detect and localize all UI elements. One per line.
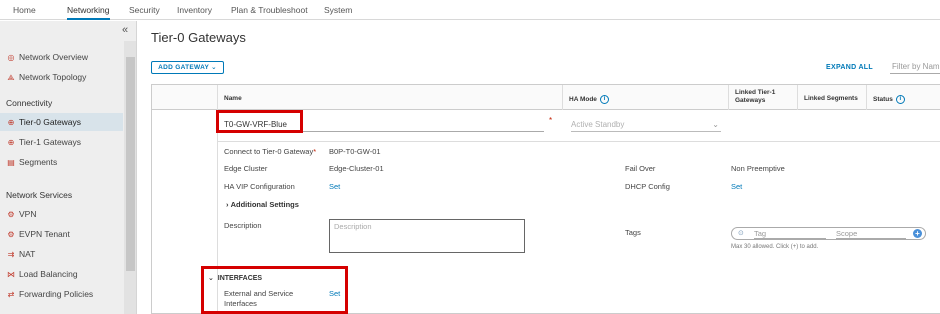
sidebar-item-label: Network Topology: [19, 72, 87, 82]
connect-tier0-label: Connect to Tier-0 Gateway*: [224, 147, 316, 156]
sidebar-item-load-balancing[interactable]: ⋈ Load Balancing: [6, 265, 78, 283]
segments-icon: ▤: [7, 158, 15, 167]
sidebar-item-label: Tier-0 Gateways: [19, 117, 82, 127]
sidebar-item-nat[interactable]: ⇉ NAT: [6, 245, 36, 263]
connect-tier0-value[interactable]: B0P-T0-GW-01: [329, 147, 381, 156]
nat-icon: ⇉: [7, 250, 15, 259]
column-header-linked-segments[interactable]: Linked Segments: [804, 95, 858, 102]
edge-cluster-value[interactable]: Edge-Cluster-01: [329, 164, 384, 173]
forwarding-policies-icon: ⇄: [7, 290, 15, 299]
info-icon[interactable]: i: [895, 95, 905, 104]
nav-tab-security[interactable]: Security: [129, 0, 160, 20]
sidebar-item-label: Forwarding Policies: [19, 289, 94, 299]
tier0-gateway-icon: ⊕: [7, 118, 15, 127]
sidebar-item-evpn-tenant[interactable]: ⚙ EVPN Tenant: [6, 225, 70, 243]
dhcp-config-label: DHCP Config: [625, 182, 670, 191]
chevron-down-icon: ⌄: [712, 120, 719, 129]
column-divider: [728, 85, 729, 110]
description-textarea[interactable]: Description: [329, 219, 525, 253]
fail-over-label: Fail Over: [625, 164, 656, 173]
column-header-label: Status: [873, 96, 893, 104]
column-header-name[interactable]: Name: [224, 95, 242, 102]
column-header-linked-tier1[interactable]: Linked Tier-1 Gateways: [735, 89, 793, 105]
sidebar-section-network-services: Network Services: [6, 190, 73, 200]
sidebar-item-vpn[interactable]: ⚙ VPN: [6, 205, 36, 223]
tag-icon: ⊙: [738, 230, 744, 237]
tag-input-group: ⊙ Tag Scope +: [731, 227, 926, 240]
ha-vip-label: HA VIP Configuration: [224, 182, 295, 191]
add-gateway-button[interactable]: ADD GATEWAY ⌄: [151, 61, 224, 74]
info-icon[interactable]: i: [599, 95, 609, 104]
sidebar-item-label: EVPN Tenant: [19, 229, 70, 239]
top-navigation: Home Networking Security Inventory Plan …: [0, 0, 940, 20]
ha-mode-select[interactable]: Active Standby ⌄: [571, 118, 721, 132]
column-header-status[interactable]: Status i: [873, 95, 905, 104]
sidebar-item-label: Network Overview: [19, 52, 88, 62]
highlight-box-name: [216, 110, 303, 133]
highlight-box-interfaces: [201, 266, 348, 314]
description-label: Description: [224, 221, 262, 230]
tag-input[interactable]: Tag: [754, 229, 826, 239]
column-header-label: HA Mode: [569, 96, 597, 104]
required-marker: *: [313, 147, 317, 156]
column-divider: [866, 85, 867, 110]
expand-all-link[interactable]: EXPAND ALL: [826, 64, 873, 71]
page-title: Tier-0 Gateways: [151, 30, 246, 45]
add-tag-icon[interactable]: +: [913, 229, 922, 238]
required-marker: *: [549, 116, 553, 125]
nav-tab-plan-troubleshoot[interactable]: Plan & Troubleshoot: [231, 0, 308, 20]
column-header-ha-mode[interactable]: HA Mode i: [569, 95, 609, 104]
sidebar-item-label: NAT: [19, 249, 36, 259]
additional-settings-label: Additional Settings: [230, 200, 299, 209]
sidebar-item-label: Segments: [19, 157, 58, 167]
column-divider: [217, 85, 218, 110]
sidebar-item-network-topology[interactable]: ⟁ Network Topology: [6, 68, 86, 86]
tier1-gateway-icon: ⊕: [7, 138, 15, 147]
sidebar-item-forwarding-policies[interactable]: ⇄ Forwarding Policies: [6, 285, 94, 303]
sidebar-section-connectivity: Connectivity: [6, 98, 53, 108]
fail-over-value[interactable]: Non Preemptive: [731, 164, 785, 173]
filter-input[interactable]: Filter by Nam: [890, 60, 940, 74]
column-divider: [797, 85, 798, 110]
sidebar-scroll-thumb[interactable]: [126, 57, 135, 271]
row-divider: [217, 141, 940, 142]
nav-tab-system[interactable]: System: [324, 0, 352, 20]
column-divider: [562, 85, 563, 110]
vpn-icon: ⚙: [7, 210, 15, 219]
sidebar-item-label: Tier-1 Gateways: [19, 137, 82, 147]
ha-vip-set-link[interactable]: Set: [329, 182, 340, 191]
network-overview-icon: ◎: [7, 53, 15, 62]
ha-mode-placeholder: Active Standby: [571, 120, 625, 129]
evpn-icon: ⚙: [7, 230, 15, 239]
edge-cluster-label: Edge Cluster: [224, 164, 268, 173]
nav-tab-home[interactable]: Home: [13, 0, 36, 20]
nav-tab-networking[interactable]: Networking: [67, 0, 110, 20]
nav-tab-inventory[interactable]: Inventory: [177, 0, 212, 20]
connect-tier0-label-text: Connect to Tier-0 Gateway: [224, 147, 314, 156]
sidebar-item-label: VPN: [19, 209, 37, 219]
tags-label: Tags: [625, 228, 641, 237]
sidebar-item-network-overview[interactable]: ◎ Network Overview: [6, 48, 88, 66]
load-balancing-icon: ⋈: [7, 270, 15, 279]
collapse-sidebar-icon[interactable]: «: [122, 25, 128, 36]
sidebar-item-label: Load Balancing: [19, 269, 78, 279]
tags-note: Max 30 allowed. Click (+) to add.: [731, 244, 819, 250]
sidebar-item-segments[interactable]: ▤ Segments: [6, 153, 57, 171]
sidebar-item-tier1-gateways[interactable]: ⊕ Tier-1 Gateways: [6, 133, 81, 151]
sidebar: « ◎ Network Overview ⟁ Network Topology Co…: [0, 21, 137, 314]
scope-input[interactable]: Scope: [836, 229, 906, 239]
sidebar-item-tier0-gateways[interactable]: ⊕ Tier-0 Gateways: [0, 113, 123, 131]
dhcp-config-set-link[interactable]: Set: [731, 182, 742, 191]
additional-settings-toggle[interactable]: › Additional Settings: [226, 200, 299, 209]
topology-icon: ⟁: [7, 73, 15, 82]
